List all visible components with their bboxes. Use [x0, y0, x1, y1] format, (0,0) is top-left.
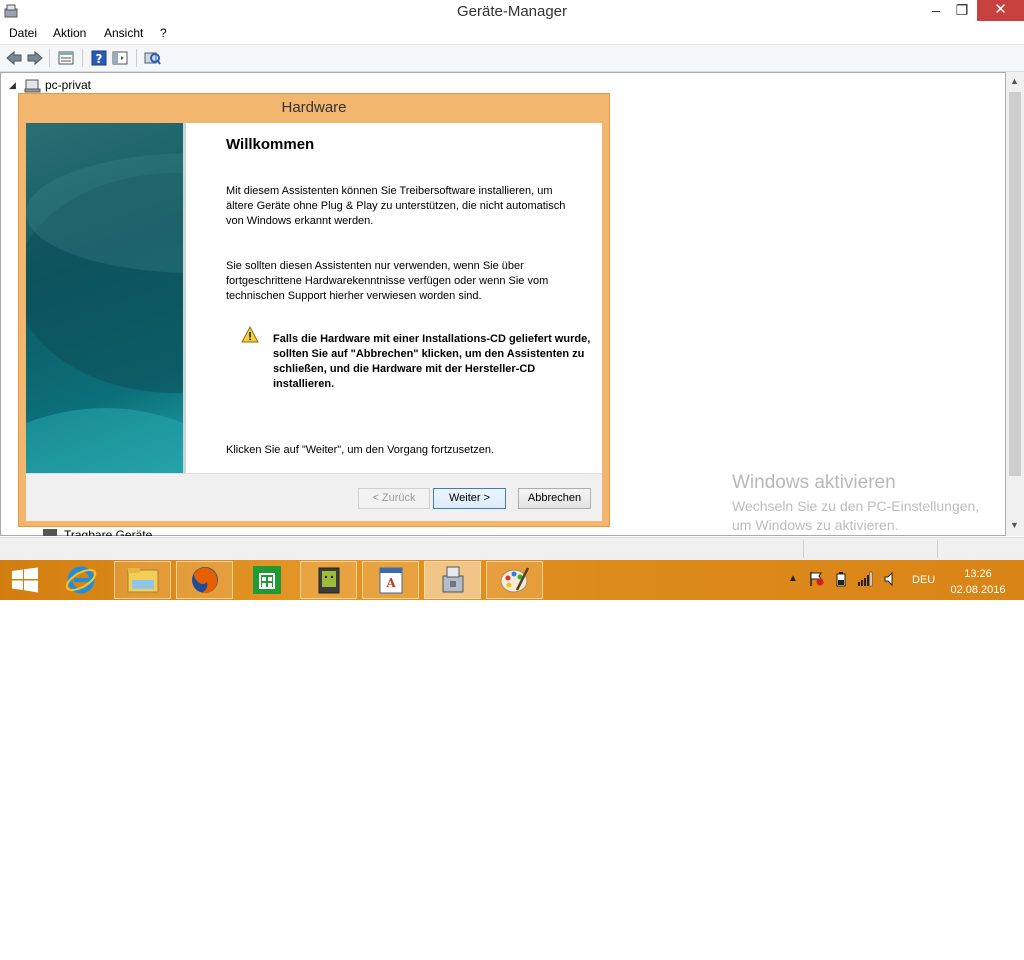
scroll-up-icon[interactable]: ▲ [1010, 76, 1019, 86]
input-language-indicator[interactable]: DEU [912, 574, 935, 586]
store-icon[interactable] [251, 564, 283, 596]
warning-icon [241, 326, 259, 343]
paint-icon [500, 567, 530, 593]
scroll-down-icon[interactable]: ▼ [1010, 520, 1019, 530]
toolbar-separator [82, 49, 83, 67]
scrollbar-thumb[interactable] [1009, 92, 1021, 476]
help-icon[interactable]: ? [90, 49, 108, 67]
tree-item-label[interactable]: Tragbare Geräte [64, 528, 152, 536]
menu-datei[interactable]: Datei [9, 23, 37, 44]
restore-button[interactable]: ❐ [950, 0, 974, 21]
expand-arrow-icon[interactable]: ◢ [9, 80, 16, 91]
intro-paragraph: Mit diesem Assistenten können Sie Treibe… [226, 185, 566, 227]
wizard-banner-image [26, 123, 183, 473]
forward-icon[interactable] [26, 49, 44, 67]
advanced-users-paragraph: Sie sollten diesen Assistenten nur verwe… [226, 260, 549, 302]
device-manager-icon [442, 566, 464, 593]
close-button[interactable]: ✕ [977, 0, 1024, 21]
back-button[interactable]: < Zurück [358, 488, 430, 509]
warning-text: Falls die Hardware mit einer Installatio… [273, 333, 591, 390]
clock-time: 13:26 [964, 568, 992, 580]
menu-aktion[interactable]: Aktion [53, 23, 86, 44]
continue-instruction: Klicken Sie auf "Weiter", um den Vorgang… [226, 444, 495, 456]
volume-icon[interactable] [883, 571, 899, 587]
svg-text:?: ? [96, 52, 103, 66]
android-icon [318, 567, 340, 594]
computer-icon [24, 79, 41, 93]
clock[interactable]: 13:26 02.08.2016 [938, 566, 1018, 598]
window-title: Geräte-Manager [456, 3, 568, 20]
banner-divider [183, 123, 186, 473]
show-hide-console-icon[interactable] [111, 49, 129, 67]
activation-watermark-line1: Wechseln Sie zu den PC-Einstellungen, [732, 498, 980, 514]
cancel-button[interactable]: Abbrechen [518, 488, 591, 509]
clock-date: 02.08.2016 [950, 584, 1006, 596]
file-explorer-icon [127, 568, 159, 593]
activation-watermark-line2: um Windows zu aktivieren. [732, 517, 899, 533]
scan-hardware-icon[interactable] [143, 49, 161, 67]
tree-root-label[interactable]: pc-privat [45, 78, 91, 92]
status-separator [803, 540, 804, 558]
wordpad-icon: A [379, 567, 403, 594]
firefox-icon [192, 567, 218, 594]
svg-text:A: A [385, 576, 396, 590]
dialog-heading: Willkommen [226, 136, 315, 153]
activation-watermark-title: Windows aktivieren [732, 472, 896, 493]
internet-explorer-icon[interactable] [64, 563, 98, 597]
dialog-title: Hardware [281, 99, 347, 116]
minimize-button[interactable]: – [924, 0, 948, 21]
dialog-footer [26, 473, 602, 521]
menu-help[interactable]: ? [160, 23, 167, 44]
battery-icon[interactable] [833, 571, 849, 587]
menu-bar [0, 23, 1024, 45]
status-separator [937, 540, 938, 558]
show-hidden-icons-icon[interactable]: ▲ [788, 573, 798, 584]
menu-ansicht[interactable]: Ansicht [104, 23, 143, 44]
tree-item-clip: Tragbare Geräte [42, 528, 162, 536]
back-icon[interactable] [5, 49, 23, 67]
action-center-flag-icon[interactable] [808, 571, 824, 587]
network-signal-icon[interactable] [857, 571, 873, 587]
toolbar-separator [136, 49, 137, 67]
next-button[interactable]: Weiter > [433, 488, 506, 509]
start-icon[interactable] [11, 567, 39, 593]
toolbar-separator [49, 49, 50, 67]
status-bar [0, 537, 1024, 561]
properties-list-icon[interactable] [57, 49, 75, 67]
